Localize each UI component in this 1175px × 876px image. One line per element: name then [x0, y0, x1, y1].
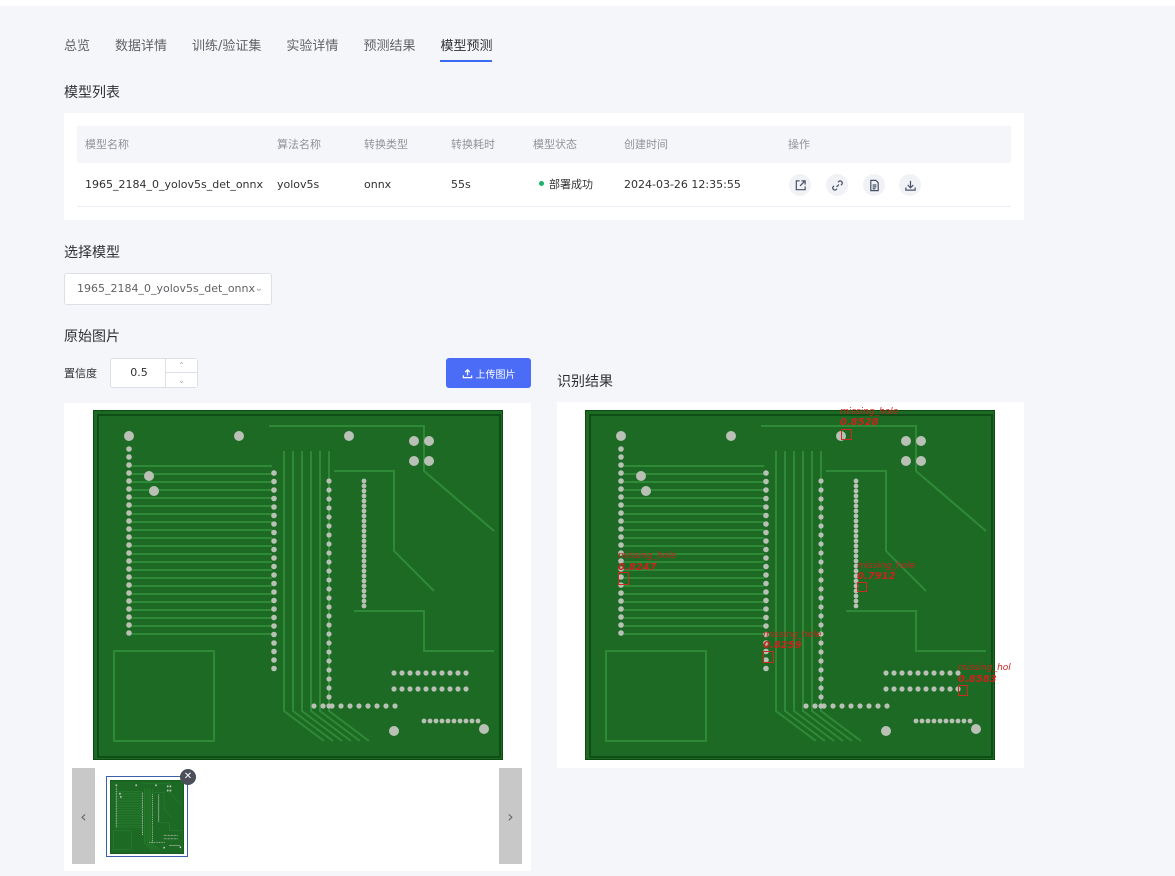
link-icon [831, 179, 843, 191]
download-button[interactable] [899, 174, 921, 196]
detection-box [763, 651, 774, 663]
col-convert-type: 转换类型 [364, 138, 408, 151]
tab-experiment-details[interactable]: 实验详情 [286, 38, 338, 62]
col-algorithm: 算法名称 [277, 138, 321, 151]
thumbnail-item[interactable] [106, 776, 188, 857]
thumbnail-image [110, 780, 184, 854]
document-icon [869, 179, 879, 191]
top-bar [0, 0, 1175, 6]
stepper-up-button[interactable]: ⌃ [165, 359, 197, 373]
tab-bar: 总览 数据详情 训练/验证集 实验详情 预测结果 模型预测 [64, 38, 517, 62]
cell-model-name: 1965_2184_0_yolov5s_det_onnx [85, 178, 263, 191]
detection-label: missing_hole [857, 561, 916, 571]
status-badge: 部署成功 [539, 163, 593, 207]
detection-score: 0.8528 [840, 417, 879, 428]
result-image-panel: missing_hole 0.8528 missing_hole 0.8247 … [557, 402, 1024, 768]
upload-image-button[interactable]: 上传图片 [446, 358, 531, 388]
stepper-down-button[interactable]: ⌄ [165, 373, 197, 387]
model-select[interactable]: 1965_2184_0_yolov5s_det_onnx ⌄ [64, 273, 272, 305]
col-model-status: 模型状态 [533, 138, 577, 151]
upload-label: 上传图片 [475, 369, 516, 381]
tab-train-val-set[interactable]: 训练/验证集 [192, 38, 261, 62]
result-title: 识别结果 [557, 374, 613, 390]
detection-score: 0.8583 [958, 674, 997, 685]
confidence-stepper[interactable]: 0.5 ⌃ ⌄ [110, 358, 198, 388]
original-image-title: 原始图片 [64, 329, 120, 345]
download-icon [904, 180, 916, 191]
detection-label: missing_hole [763, 630, 822, 640]
detection-label: missing_hole [618, 551, 677, 561]
share-icon [795, 179, 806, 190]
table-header: 模型名称 算法名称 转换类型 转换耗时 模型状态 创建时间 操作 [77, 126, 1011, 163]
cell-algorithm: yolov5s [277, 178, 320, 191]
confidence-label: 置信度 [64, 367, 97, 380]
detection-score: 0.7912 [857, 571, 896, 582]
model-select-value: 1965_2184_0_yolov5s_det_onnx [77, 282, 255, 295]
document-button[interactable] [863, 174, 885, 196]
col-model-name: 模型名称 [85, 138, 129, 151]
result-pcb-image [585, 410, 995, 760]
status-dot-icon [539, 181, 544, 186]
thumb-prev-button[interactable]: ‹ [72, 768, 95, 864]
detection-box [857, 582, 867, 592]
original-pcb-image [93, 410, 503, 760]
tab-model-prediction[interactable]: 模型预测 [440, 38, 493, 62]
cell-created-time: 2024-03-26 12:35:55 [624, 178, 741, 191]
thumbnail-strip: ‹ ✕ › [64, 765, 531, 871]
cell-convert-time: 55s [451, 178, 471, 191]
link-button[interactable] [826, 174, 848, 196]
status-text: 部署成功 [549, 178, 593, 191]
upload-icon [462, 368, 472, 378]
detection-label: missing_hole [840, 407, 899, 417]
thumbnail-close-button[interactable]: ✕ [180, 769, 196, 785]
select-model-title: 选择模型 [64, 245, 120, 261]
tab-data-details[interactable]: 数据详情 [115, 38, 167, 62]
share-button[interactable] [789, 174, 811, 196]
col-actions: 操作 [788, 138, 810, 151]
original-image-panel [64, 403, 531, 765]
table-row: 1965_2184_0_yolov5s_det_onnx yolov5s onn… [77, 163, 1011, 207]
model-list-title: 模型列表 [64, 85, 120, 101]
tab-overview[interactable]: 总览 [64, 38, 90, 62]
detection-label: missing_hol [958, 663, 1011, 673]
thumb-next-button[interactable]: › [499, 768, 522, 864]
detection-box [618, 572, 629, 585]
chevron-down-icon: ⌄ [254, 283, 263, 294]
model-table: 模型名称 算法名称 转换类型 转换耗时 模型状态 创建时间 操作 1965_21… [64, 113, 1024, 220]
detection-score: 0.8259 [763, 640, 802, 651]
detection-box [841, 429, 852, 440]
col-convert-time: 转换耗时 [451, 138, 495, 151]
col-created-time: 创建时间 [624, 138, 668, 151]
detection-box [958, 685, 968, 696]
confidence-input[interactable]: 0.5 [111, 359, 167, 387]
cell-convert-type: onnx [364, 178, 392, 191]
tab-prediction-results[interactable]: 预测结果 [363, 38, 415, 62]
